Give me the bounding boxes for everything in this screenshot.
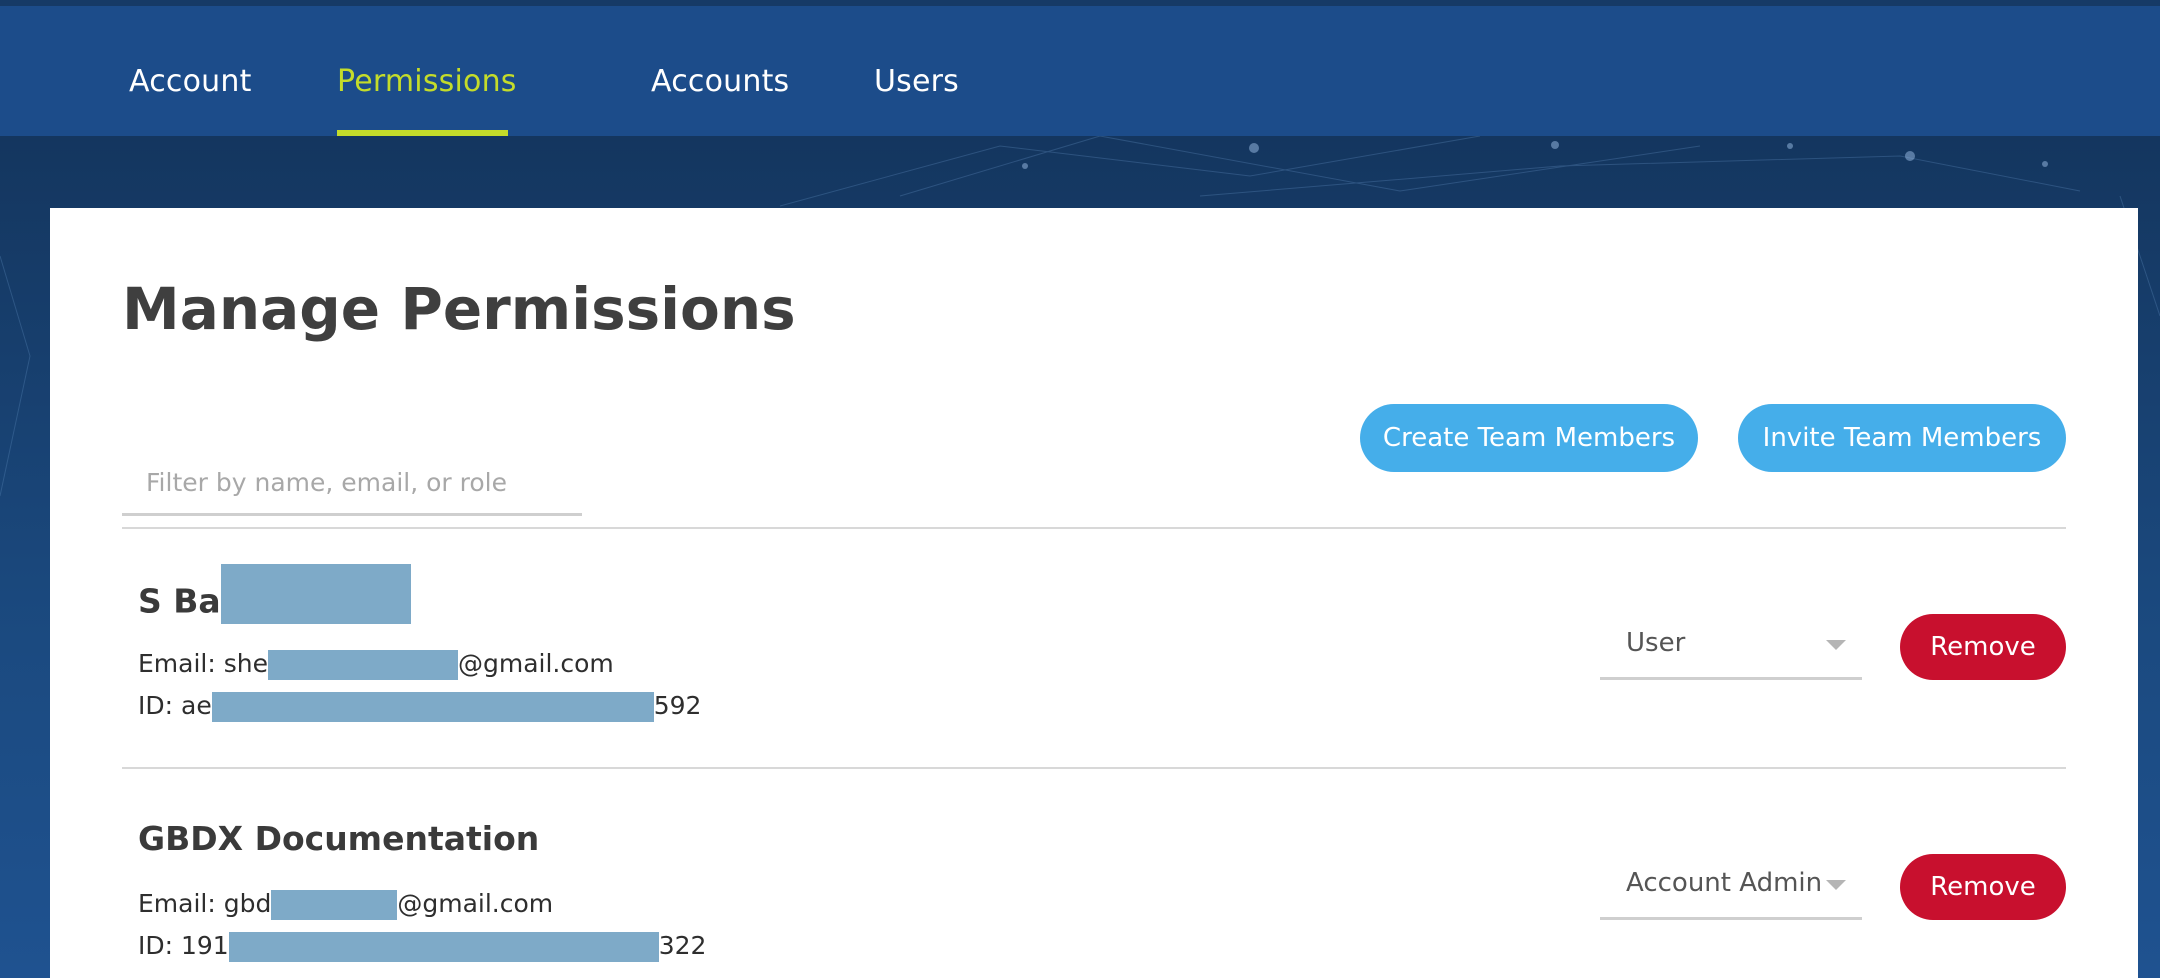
role-dropdown[interactable]: Account Admin (1600, 854, 1862, 920)
filter-field (122, 452, 582, 516)
role-dropdown[interactable]: User (1600, 614, 1862, 680)
top-navigation-bar: Account Permissions Accounts Users (0, 0, 2160, 136)
header-divider (122, 527, 2066, 529)
remove-button[interactable]: Remove (1900, 614, 2066, 680)
tab-users[interactable]: Users (874, 64, 959, 99)
row-divider (122, 767, 2066, 769)
member-name: GBDX Documentation (138, 819, 540, 858)
invite-team-members-button[interactable]: Invite Team Members (1738, 404, 2066, 472)
member-name: S Ba (138, 564, 411, 624)
member-email: Email: gbd @gmail.com (138, 889, 554, 920)
tab-accounts[interactable]: Accounts (651, 64, 789, 99)
chevron-down-icon (1826, 880, 1846, 890)
member-email: Email: she @gmail.com (138, 649, 614, 680)
remove-button[interactable]: Remove (1900, 854, 2066, 920)
tab-account[interactable]: Account (129, 64, 252, 99)
redacted-block (228, 932, 659, 962)
redacted-block (268, 650, 458, 680)
create-team-members-button[interactable]: Create Team Members (1360, 404, 1698, 472)
member-id: ID: ae 592 (138, 691, 702, 722)
filter-input[interactable] (122, 452, 582, 513)
page-title: Manage Permissions (122, 275, 796, 343)
chevron-down-icon (1826, 640, 1846, 650)
tab-permissions[interactable]: Permissions (337, 64, 517, 99)
redacted-block (271, 890, 398, 920)
member-id: ID: 191 322 (138, 931, 707, 962)
redacted-block (211, 692, 654, 722)
redacted-block (220, 564, 411, 624)
